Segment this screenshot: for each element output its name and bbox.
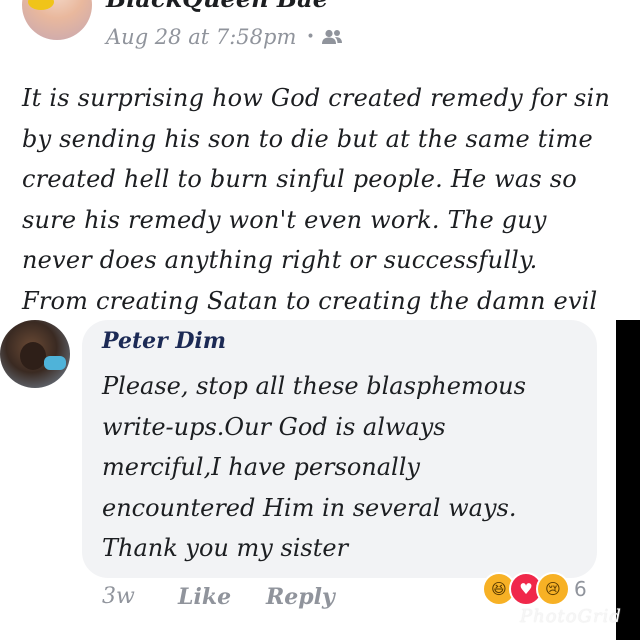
post-body: It is surprising how God created remedy … [22,78,612,321]
comment-text-line: merciful,I have personally [102,453,420,481]
post-body-line: sure his remedy won't even work. The guy [22,205,547,234]
comment-text-line: Please, stop all these blasphemous [102,372,526,400]
post-meta: Aug 28 at 7:58pm • [106,25,343,49]
post-body-line: created hell to burn sinful people. He w… [22,165,577,193]
comment-author-name[interactable]: Peter Dim [102,328,226,354]
meta-separator: • [306,29,315,45]
friends-icon[interactable] [321,29,343,45]
avatar-accessory [28,0,54,10]
comment-text-line: encountered Him in several ways. [102,493,517,522]
post-body-line: never does anything right or successfull… [22,246,538,274]
edge-bar [616,320,640,640]
reply-button[interactable]: Reply [266,584,335,610]
photogrid-watermark: PhotoGrid [520,606,622,627]
comment-timestamp[interactable]: 3w [102,584,135,609]
comment-author-avatar[interactable] [0,320,70,388]
post-body-line: It is surprising how God created remedy … [22,84,611,112]
post-author-name[interactable]: BlackQueen Bae [106,0,328,13]
post-body-line: by sending his son to die but at the sam… [22,124,593,153]
comment-text-line: Thank you my sister [102,534,349,562]
post-author-avatar[interactable] [22,0,92,40]
post-timestamp[interactable]: Aug 28 at 7:58pm [106,25,296,49]
comment-text-line: write-ups.Our God is always [102,412,446,441]
avatar-photo-subject [20,342,46,370]
reaction-count: 6 [574,577,587,601]
post-header: BlackQueen Bae Aug 28 at 7:58pm • [0,0,640,60]
sad-reaction-icon: 😢 [536,572,570,606]
comment-text: Please, stop all these blasphemous write… [102,366,582,569]
avatar-photo-detail [44,356,66,370]
like-button[interactable]: Like [178,584,231,610]
reactions-summary[interactable]: 😆 ♥ 😢 6 [482,572,587,606]
post-body-line: From creating Satan to creating the damn… [22,286,598,315]
